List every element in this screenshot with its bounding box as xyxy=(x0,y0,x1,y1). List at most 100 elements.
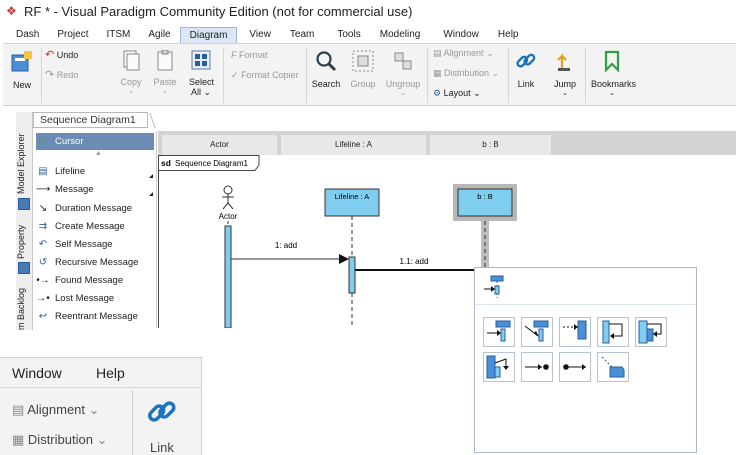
new-diagram-icon xyxy=(11,51,32,72)
menu-team[interactable]: Team xyxy=(280,27,323,43)
window-title: RF * - Visual Paradigm Community Edition… xyxy=(24,3,413,19)
message-arrow-icon: ⟶ xyxy=(36,184,51,195)
ungroup-button[interactable]: Ungroup ⌄ xyxy=(385,50,421,97)
duration-message-icon: ↘ xyxy=(38,203,48,214)
menu-tools[interactable]: Tools xyxy=(323,27,369,43)
popup-message-button[interactable] xyxy=(483,317,515,347)
lifeline-icon: ▤ xyxy=(38,166,48,177)
lane-header: Actor Lifeline : A b : B xyxy=(158,131,736,155)
palette-item-found-message[interactable]: •→ Found Message xyxy=(36,272,154,289)
side-tab-strip: Model Explorer Property m Backlog xyxy=(16,112,33,330)
bookmark-icon xyxy=(604,50,620,72)
layout-button[interactable]: ⚙ Layout ⌄ xyxy=(433,88,481,99)
popup-lost-message-button[interactable] xyxy=(521,352,553,382)
format-icon: F xyxy=(231,50,237,60)
zoom-menu-window[interactable]: Window xyxy=(12,365,62,381)
property-icon[interactable] xyxy=(18,262,30,274)
palette-item-duration-message[interactable]: ↘ Duration Message xyxy=(36,200,154,217)
format-button[interactable]: F Format xyxy=(231,50,268,60)
diagram-tab[interactable]: Sequence Diagram1 xyxy=(33,112,156,128)
lane-lifeline-b[interactable]: b : B xyxy=(430,135,551,155)
popup-create-message-button[interactable] xyxy=(559,317,591,347)
actor-activation[interactable] xyxy=(224,225,232,328)
message-type-popup xyxy=(474,267,697,453)
tab-backlog[interactable]: m Backlog xyxy=(16,288,32,340)
select-all-button[interactable]: Select All ⌄ xyxy=(189,50,214,98)
menu-diagram[interactable]: Diagram xyxy=(179,27,238,43)
popup-note-message-button[interactable] xyxy=(597,352,629,382)
actor-label: Actor xyxy=(219,212,238,221)
menu-agile[interactable]: Agile xyxy=(139,27,179,43)
self-message-icon: ↶ xyxy=(38,239,48,250)
menu-view[interactable]: View xyxy=(237,27,280,43)
popup-self-message-button[interactable] xyxy=(597,317,629,347)
lane-lifeline-a[interactable]: Lifeline : A xyxy=(281,135,426,155)
palette-item-recursive-message[interactable]: ↺ Recursive Message xyxy=(36,254,154,271)
menu-bar: Dash Project ITSM Agile Diagram View Tea… xyxy=(0,27,736,43)
popup-recursive-message-button[interactable] xyxy=(635,317,667,347)
paste-icon xyxy=(157,50,173,71)
new-button[interactable]: New xyxy=(9,50,35,90)
zoom-link-label[interactable]: Link xyxy=(150,440,174,455)
palette-item-self-message[interactable]: ↶ Self Message xyxy=(36,236,154,253)
undo-button[interactable]: ↶ Undo xyxy=(45,48,78,61)
jump-button[interactable]: Jump ⌄ xyxy=(553,50,577,97)
bookmarks-button[interactable]: Bookmarks ⌄ xyxy=(591,50,636,97)
model-explorer-icon[interactable] xyxy=(18,198,30,210)
menu-dash[interactable]: Dash xyxy=(0,27,48,43)
search-button[interactable]: Search xyxy=(311,50,341,89)
message-1-label[interactable]: 1: add xyxy=(275,241,297,250)
format-copier-button[interactable]: ✓ Format Copier xyxy=(231,70,299,81)
menu-project[interactable]: Project xyxy=(48,27,97,43)
reentrant-message-icon: ↩ xyxy=(38,311,48,322)
zoom-distribution-button[interactable]: ▦ Distribution ⌄ xyxy=(12,432,107,448)
link-button[interactable]: Link xyxy=(514,50,538,89)
menu-help[interactable]: Help xyxy=(488,27,528,43)
palette-item-lifeline[interactable]: ▤ Lifeline xyxy=(36,163,154,180)
lane-actor[interactable]: Actor xyxy=(162,135,277,155)
alignment-icon: ▤ xyxy=(12,402,25,417)
selected-message-type-icon[interactable] xyxy=(483,274,505,300)
alignment-button[interactable]: ▤ Alignment ⌄ xyxy=(433,48,494,59)
lifeline-a-activation[interactable] xyxy=(348,256,356,294)
title-bar: ❖ RF * - Visual Paradigm Community Editi… xyxy=(0,0,736,22)
redo-button[interactable]: ↷ Redo xyxy=(45,68,78,81)
app-logo-icon: ❖ xyxy=(6,4,17,18)
popup-reentrant-message-button[interactable] xyxy=(483,352,515,382)
palette-item-cursor[interactable]: ▷ Cursor xyxy=(36,133,154,150)
distribution-button[interactable]: ▦ Distribution ⌄ xyxy=(433,68,499,79)
message-icon xyxy=(487,320,511,342)
palette-item-lost-message[interactable]: →• Lost Message xyxy=(36,290,154,307)
menu-itsm[interactable]: ITSM xyxy=(97,27,139,43)
popup-duration-message-button[interactable] xyxy=(521,317,553,347)
create-message-icon xyxy=(563,320,587,340)
popup-found-message-button[interactable] xyxy=(559,352,591,382)
scroll-up-icon[interactable]: ▲ xyxy=(95,150,102,157)
distribution-icon: ▦ xyxy=(12,432,25,447)
palette-item-reentrant-message[interactable]: ↩ Reentrant Message xyxy=(36,308,154,325)
reentrant-message-icon xyxy=(486,355,509,379)
group-button[interactable]: Group xyxy=(350,50,376,89)
diagram-palette: ▷ Cursor ▲ ▤ Lifeline ⟶ Message ↘ Durati… xyxy=(33,131,157,328)
found-message-icon: •→ xyxy=(36,275,50,286)
menu-window[interactable]: Window xyxy=(429,27,488,43)
duration-message-icon xyxy=(524,320,549,342)
distribution-icon: ▦ xyxy=(433,68,442,78)
recursive-message-icon: ↺ xyxy=(38,257,48,268)
self-message-icon xyxy=(602,320,623,344)
paste-button[interactable]: Paste ⌄ xyxy=(153,50,177,95)
actor-figure[interactable] xyxy=(222,185,234,210)
ungroup-icon xyxy=(394,52,412,70)
lifeline-a-label: Lifeline : A xyxy=(335,192,370,201)
link-icon xyxy=(516,53,536,68)
message-2-label[interactable]: 1.1: add xyxy=(400,257,429,266)
create-message-icon: ⇉ xyxy=(38,221,48,232)
zoom-menu-help[interactable]: Help xyxy=(96,365,125,381)
recursive-message-icon xyxy=(638,320,662,344)
palette-item-message[interactable]: ⟶ Message xyxy=(36,181,154,198)
link-icon[interactable] xyxy=(146,396,178,428)
palette-item-create-message[interactable]: ⇉ Create Message xyxy=(36,218,154,235)
menu-modeling[interactable]: Modeling xyxy=(370,27,430,43)
copy-button[interactable]: Copy ⌄ xyxy=(119,50,143,95)
zoom-alignment-button[interactable]: ▤ Alignment ⌄ xyxy=(12,402,100,418)
